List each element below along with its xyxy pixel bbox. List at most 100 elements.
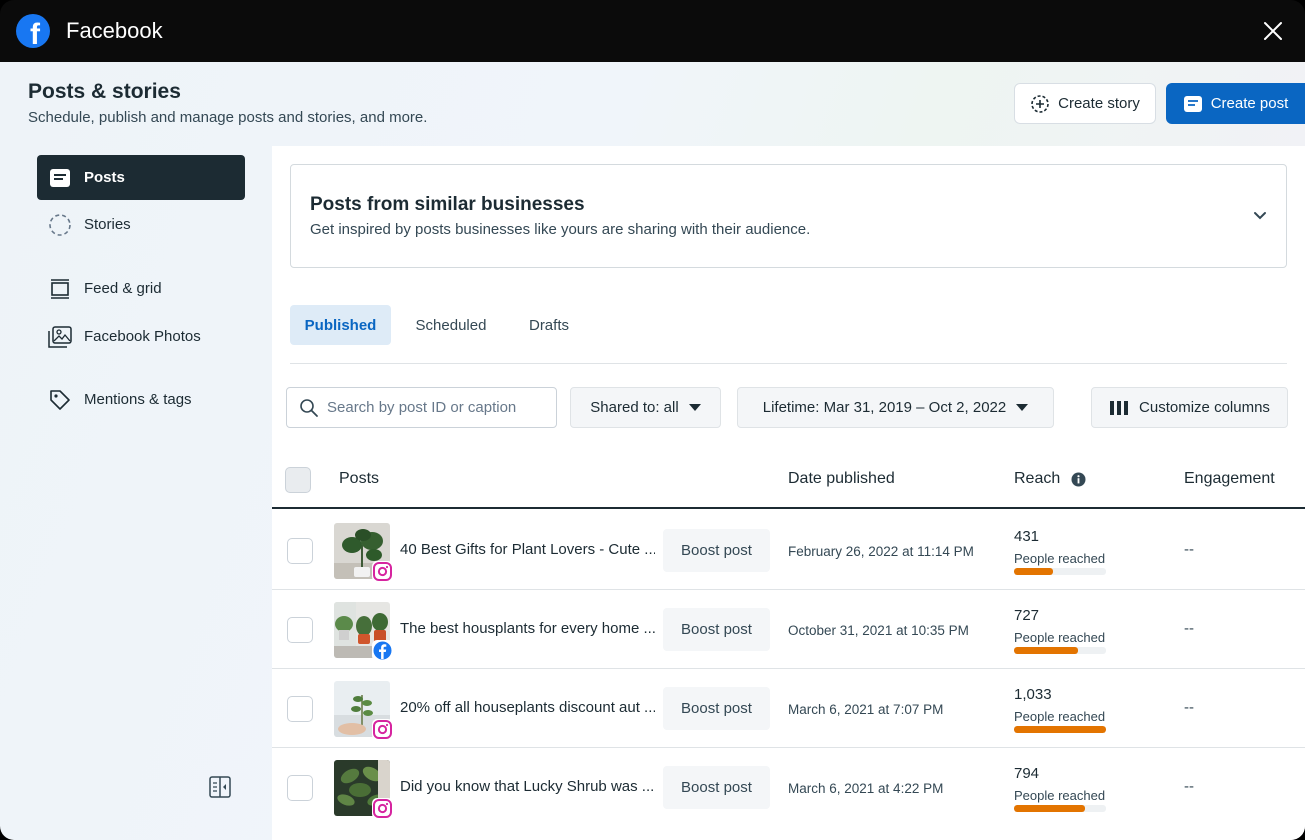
shared-to-dropdown[interactable]: Shared to: all: [570, 387, 721, 428]
create-post-icon: [1183, 95, 1202, 112]
row-checkbox[interactable]: [287, 696, 313, 722]
chevron-down-icon[interactable]: [1252, 207, 1268, 223]
sidebar-item-feed-grid[interactable]: Feed & grid: [37, 266, 245, 311]
search-input[interactable]: [327, 399, 547, 416]
reach-value: 727: [1014, 607, 1040, 624]
instagram-icon: [372, 719, 393, 740]
boost-post-button[interactable]: Boost post: [663, 766, 770, 809]
title-bar: f Facebook: [0, 0, 1305, 62]
sidebar-item-posts[interactable]: Posts: [37, 155, 245, 200]
content-area: Posts & stories Schedule, publish and ma…: [0, 62, 1305, 840]
table-row[interactable]: 20% off all houseplants discount aut ...…: [272, 669, 1305, 748]
caret-down-icon: [1016, 404, 1029, 411]
table-row[interactable]: Did you know that Lucky Shrub was ... Bo…: [272, 748, 1305, 827]
reach-bar: [1014, 568, 1106, 575]
reach-bar-fill: [1014, 647, 1079, 654]
customize-columns-button[interactable]: Customize columns: [1091, 387, 1288, 428]
post-caption[interactable]: The best housplants for every home ...: [400, 620, 655, 637]
similar-businesses-title: Posts from similar businesses: [310, 194, 585, 215]
reach-label: People reached: [1014, 788, 1106, 803]
reach-bar: [1014, 647, 1106, 654]
create-story-label: Create story: [1058, 95, 1140, 112]
post-caption[interactable]: Did you know that Lucky Shrub was ...: [400, 778, 655, 795]
reach-label: People reached: [1014, 709, 1106, 724]
column-header-date[interactable]: Date published: [788, 470, 895, 488]
create-post-button[interactable]: Create post: [1166, 83, 1305, 124]
engagement-value: --: [1184, 778, 1194, 795]
sidebar-item-mentions-tags[interactable]: Mentions & tags: [37, 377, 245, 422]
customize-columns-label: Customize columns: [1139, 399, 1270, 416]
similar-businesses-card[interactable]: Posts from similar businesses Get inspir…: [290, 164, 1287, 268]
stories-icon: [48, 213, 72, 237]
row-checkbox[interactable]: [287, 538, 313, 564]
table-row[interactable]: The best housplants for every home ... B…: [272, 590, 1305, 669]
tag-icon: [48, 388, 72, 412]
post-tabs: Published Scheduled Drafts: [290, 304, 1287, 364]
date-range-dropdown[interactable]: Lifetime: Mar 31, 2019 – Oct 2, 2022: [737, 387, 1054, 428]
facebook-window: f Facebook Posts & stories Schedule, pub…: [0, 0, 1305, 840]
create-post-label: Create post: [1210, 95, 1289, 112]
reach-label: People reached: [1014, 551, 1106, 566]
engagement-value: --: [1184, 620, 1194, 637]
column-header-engagement[interactable]: Engagement: [1184, 470, 1275, 488]
post-caption[interactable]: 20% off all houseplants discount aut ...: [400, 699, 655, 716]
post-date: March 6, 2021 at 7:07 PM: [788, 702, 944, 717]
boost-post-button[interactable]: Boost post: [663, 608, 770, 651]
page-title: Posts & stories: [28, 80, 181, 103]
facebook-logo-icon: f: [16, 14, 50, 48]
reach-bar-fill: [1014, 805, 1085, 812]
sidebar-item-label: Mentions & tags: [84, 391, 192, 408]
shared-to-label: Shared to: all: [590, 399, 679, 416]
sidebar-item-facebook-photos[interactable]: Facebook Photos: [37, 314, 245, 359]
create-story-icon: [1031, 94, 1049, 113]
tab-scheduled[interactable]: Scheduled: [402, 305, 500, 345]
search-box[interactable]: [286, 387, 557, 428]
main-panel: Posts from similar businesses Get inspir…: [272, 146, 1305, 840]
table-header: Posts Date published Reach Engagement: [272, 451, 1305, 509]
tab-published[interactable]: Published: [290, 305, 391, 345]
boost-post-button[interactable]: Boost post: [663, 687, 770, 730]
info-icon[interactable]: [1071, 472, 1086, 487]
select-all-checkbox[interactable]: [285, 467, 311, 493]
reach-value: 1,033: [1014, 686, 1052, 703]
instagram-icon: [372, 561, 393, 582]
close-icon[interactable]: [1261, 19, 1285, 43]
collapse-sidebar-icon[interactable]: [209, 776, 231, 798]
posts-icon: [48, 166, 72, 190]
reach-value: 794: [1014, 765, 1040, 782]
post-caption[interactable]: 40 Best Gifts for Plant Lovers - Cute ..…: [400, 541, 655, 558]
date-range-label: Lifetime: Mar 31, 2019 – Oct 2, 2022: [762, 399, 1007, 416]
post-date: February 26, 2022 at 11:14 PM: [788, 544, 974, 559]
post-date: March 6, 2021 at 4:22 PM: [788, 781, 944, 796]
boost-post-button[interactable]: Boost post: [663, 529, 770, 572]
column-header-reach[interactable]: Reach: [1014, 470, 1060, 488]
columns-icon: [1110, 400, 1129, 415]
sidebar-item-stories[interactable]: Stories: [37, 202, 245, 247]
reach-bar-fill: [1014, 726, 1106, 733]
sidebar-item-label: Stories: [84, 216, 131, 233]
search-icon: [300, 398, 318, 417]
reach-bar-fill: [1014, 568, 1053, 575]
reach-value: 431: [1014, 528, 1040, 545]
caret-down-icon: [688, 404, 701, 411]
similar-businesses-subtitle: Get inspired by posts businesses like yo…: [310, 221, 811, 238]
post-date: October 31, 2021 at 10:35 PM: [788, 623, 969, 638]
instagram-icon: [372, 798, 393, 819]
row-checkbox[interactable]: [287, 617, 313, 643]
page-subtitle: Schedule, publish and manage posts and s…: [28, 109, 428, 126]
engagement-value: --: [1184, 699, 1194, 716]
engagement-value: --: [1184, 541, 1194, 558]
photos-icon: [48, 325, 72, 349]
sidebar-item-label: Feed & grid: [84, 280, 162, 297]
reach-bar: [1014, 805, 1106, 812]
sidebar-item-label: Posts: [84, 169, 125, 186]
tab-drafts[interactable]: Drafts: [514, 305, 584, 345]
table-row[interactable]: 40 Best Gifts for Plant Lovers - Cute ..…: [272, 511, 1305, 590]
column-header-posts: Posts: [339, 470, 380, 487]
app-title: Facebook: [66, 18, 163, 43]
reach-bar: [1014, 726, 1106, 733]
reach-label: People reached: [1014, 630, 1106, 645]
create-story-button[interactable]: Create story: [1014, 83, 1156, 124]
row-checkbox[interactable]: [287, 775, 313, 801]
sidebar-item-label: Facebook Photos: [84, 328, 201, 345]
